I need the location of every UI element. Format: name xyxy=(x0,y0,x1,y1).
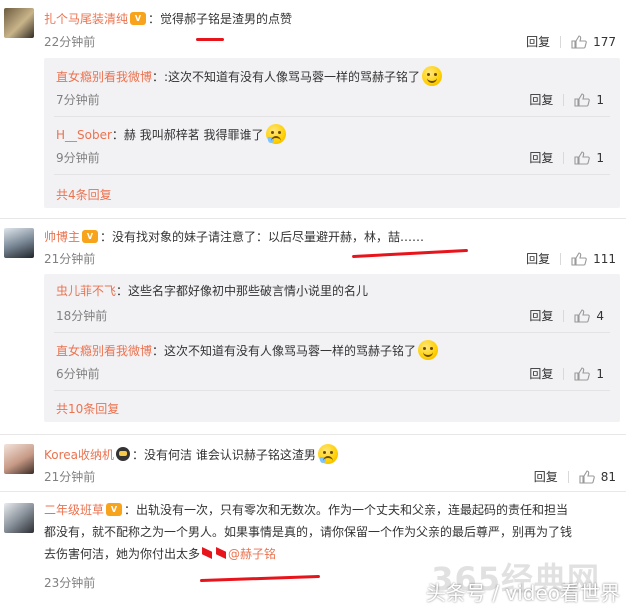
reply-text: ：赫 我叫郝梓茗 我得罪谁了 xyxy=(111,128,264,142)
reply-thread: 虫儿菲不飞：这些名字都好像初中那些破言情小说里的名儿 18分钟前 回复 4 直女… xyxy=(44,274,620,422)
reply-username-link[interactable]: H__Sober xyxy=(56,128,112,142)
like-count: 177 xyxy=(593,35,616,49)
reply-text: ：这些名字都好像初中那些破言情小说里的名儿 xyxy=(116,284,369,298)
reply-thread: 直女瘾别看我微博：:这次不知道有没有人像骂马蓉一样的骂赫子铭了 7分钟前 回复 … xyxy=(44,58,620,208)
comment-time: 22分钟前 xyxy=(44,35,96,49)
username-link[interactable]: 帅博主 xyxy=(44,230,80,244)
reply-button[interactable]: 回复 xyxy=(529,150,553,166)
like-count: 111 xyxy=(593,252,616,266)
reply-button[interactable]: 回复 xyxy=(529,366,553,382)
comment-item: Korea收纳机 ：没有何洁 谁会认识赫子铭这渣男 21分钟前 回复 81 xyxy=(0,436,626,486)
divider xyxy=(563,152,565,164)
username-link[interactable]: Korea收纳机 xyxy=(44,448,114,462)
reply-username-link[interactable]: 虫儿菲不飞 xyxy=(56,284,116,298)
reply-button[interactable]: 回复 xyxy=(534,469,558,485)
reply-username-link[interactable]: 直女瘾别看我微博 xyxy=(56,70,152,84)
like-count: 4 xyxy=(596,309,604,323)
divider xyxy=(0,491,626,492)
reply-time: 9分钟前 xyxy=(56,151,100,165)
crying-emoji-icon xyxy=(317,444,338,464)
reply-time: 6分钟前 xyxy=(56,367,100,381)
avatar[interactable] xyxy=(4,228,34,258)
divider xyxy=(54,390,610,391)
thumbs-up-icon[interactable] xyxy=(571,35,587,49)
thumbs-up-icon[interactable] xyxy=(571,252,587,266)
vip-badge-icon: V xyxy=(82,230,99,243)
shoe-emoji-icon xyxy=(216,547,227,559)
thumbs-up-icon[interactable] xyxy=(574,309,591,323)
smile-emoji-icon xyxy=(418,340,439,360)
like-count: 1 xyxy=(596,93,604,107)
red-underline-annotation xyxy=(196,38,224,41)
comment-text: 去伤害何洁，她为你付出太多 xyxy=(44,547,201,561)
more-replies-link[interactable]: 共4条回复 xyxy=(56,186,112,203)
reply-text: ：这次不知道有没有人像骂马蓉一样的骂赫子铭了 xyxy=(152,344,417,358)
reply-button[interactable]: 回复 xyxy=(526,34,550,50)
comment-text: ：没有何洁 谁会认识赫子铭这渣男 xyxy=(132,448,316,462)
like-count: 1 xyxy=(596,151,604,165)
comment-time: 21分钟前 xyxy=(44,252,96,266)
mention-link[interactable]: @赫子铭 xyxy=(228,547,276,561)
avatar[interactable] xyxy=(4,8,34,38)
divider xyxy=(54,332,610,333)
vip-badge-icon: V xyxy=(130,12,147,25)
more-replies-link[interactable]: 共10条回复 xyxy=(56,400,119,417)
reply-button[interactable]: 回复 xyxy=(529,308,553,324)
smile-emoji-icon xyxy=(422,66,443,86)
reply-time: 18分钟前 xyxy=(56,309,108,323)
comment-text: ：没有找对象的妹子请注意了：以后尽量避开赫，林，喆…… xyxy=(100,230,425,244)
comment-time: 23分钟前 xyxy=(44,576,96,590)
thumbs-up-icon[interactable] xyxy=(574,93,591,107)
member-badge-icon xyxy=(116,447,131,461)
divider xyxy=(563,368,565,380)
username-link[interactable]: 二年级班草 xyxy=(44,503,104,517)
avatar[interactable] xyxy=(4,444,34,474)
divider xyxy=(560,36,562,48)
thumbs-up-icon[interactable] xyxy=(574,367,591,381)
divider xyxy=(563,94,565,106)
divider xyxy=(560,253,562,265)
thumbs-up-icon[interactable] xyxy=(579,470,595,484)
divider xyxy=(54,116,610,117)
divider xyxy=(0,218,626,219)
divider xyxy=(567,471,569,483)
comment-item: 帅博主 V ：没有找对象的妹子请注意了：以后尽量避开赫，林，喆…… 21分钟前 回复… xyxy=(0,220,626,430)
like-count: 1 xyxy=(596,367,604,381)
reply-button[interactable]: 回复 xyxy=(526,251,550,267)
reply-button[interactable]: 回复 xyxy=(529,92,553,108)
comment-text: 都没有，就不配称之为一个男人。如果事情是真的，请你保留一个作为父亲的最后尊严，别… xyxy=(44,525,573,539)
username-link[interactable]: 扎个马尾装清纯 xyxy=(44,12,128,26)
comment-item: 扎个马尾装清纯 V ：觉得郝子铭是渣男的点赞 22分钟前 回复 177 直女瘾别看我… xyxy=(0,0,626,208)
reply-time: 7分钟前 xyxy=(56,93,100,107)
thumbs-up-icon[interactable] xyxy=(574,151,591,165)
red-underline-annotation xyxy=(352,248,468,259)
crying-emoji-icon xyxy=(265,124,286,144)
reply-text: ：:这次不知道有没有人像骂马蓉一样的骂赫子铭了 xyxy=(152,70,421,84)
divider xyxy=(0,434,626,435)
source-watermark: 头条号 / video看世界 xyxy=(425,581,620,605)
divider xyxy=(54,174,610,175)
reply-username-link[interactable]: 直女瘾别看我微博 xyxy=(56,344,152,358)
comment-text: ：觉得郝子铭是渣男的点赞 xyxy=(148,12,293,26)
like-count: 81 xyxy=(600,470,616,484)
divider xyxy=(563,310,565,322)
comment-text: ：出轨没有一次，只有零次和无数次。作为一个丈夫和父亲，连最起码的责任和担当 xyxy=(124,503,569,517)
comment-time: 21分钟前 xyxy=(44,470,96,484)
red-underline-annotation xyxy=(199,574,321,583)
shoe-emoji-icon xyxy=(202,547,213,559)
avatar[interactable] xyxy=(4,503,34,533)
vip-badge-icon: V xyxy=(106,503,123,516)
